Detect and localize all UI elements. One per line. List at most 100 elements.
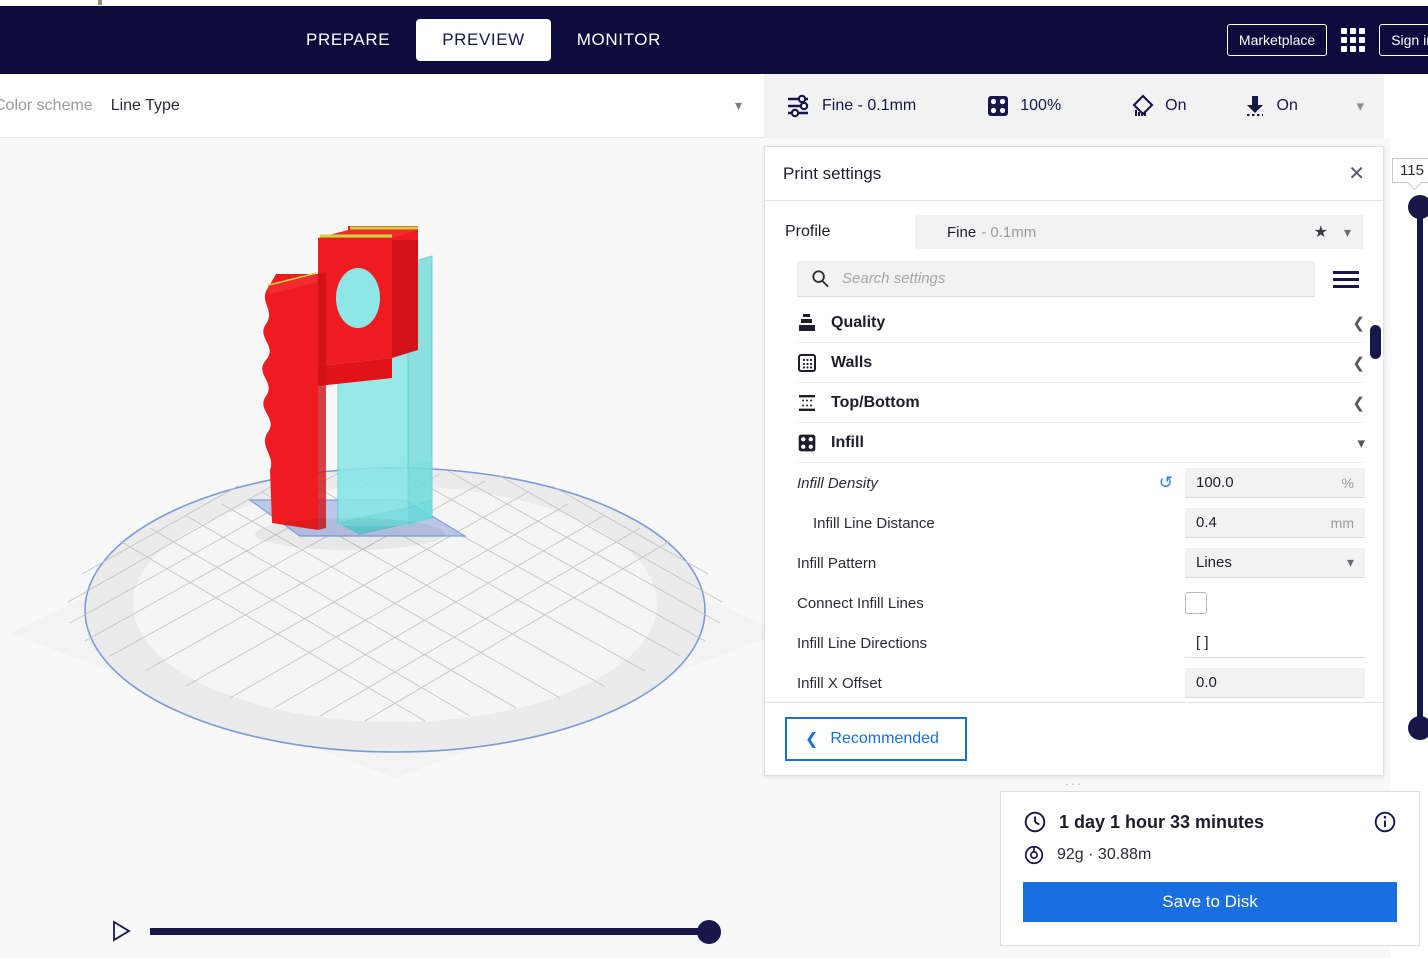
- category-label: Top/Bottom: [831, 393, 920, 411]
- setting-row-connect-infill-lines: Connect Infill Lines: [797, 583, 1365, 623]
- layer-slider-lower-handle[interactable]: [1408, 716, 1428, 740]
- sliders-icon: [786, 94, 812, 118]
- category-label: Quality: [831, 313, 886, 331]
- checkbox-slot: [1185, 592, 1365, 614]
- summary-support-value: On: [1165, 97, 1187, 114]
- setting-row-infill-line-directions: Infill Line Directions [ ]: [797, 623, 1365, 663]
- summary-profile-value: Fine - 0.1mm: [822, 97, 917, 114]
- chevron-down-icon[interactable]: ▾: [1344, 224, 1351, 241]
- summary-profile[interactable]: Fine - 0.1mm: [786, 94, 916, 118]
- infill-line-distance-input[interactable]: 0.4 mm: [1185, 508, 1365, 538]
- summary-support[interactable]: On: [1131, 94, 1187, 118]
- layer-view-slider[interactable]: 115: [1380, 150, 1428, 750]
- apps-grid-icon[interactable]: [1341, 28, 1366, 52]
- info-icon[interactable]: [1373, 810, 1397, 834]
- print-settings-title: Print settings: [783, 163, 882, 183]
- infill-x-offset-input[interactable]: 0.0: [1185, 668, 1365, 698]
- material-usage-value: 92g · 30.88m: [1057, 846, 1152, 863]
- marketplace-button[interactable]: Marketplace: [1226, 24, 1328, 56]
- print-settings-panel: Print settings ✕ Profile Fine - 0.1mm ★ …: [764, 146, 1384, 791]
- tab-monitor[interactable]: MONITOR: [551, 19, 687, 61]
- settings-visibility-menu-icon[interactable]: [1329, 267, 1363, 292]
- print-settings-header: Print settings ✕: [765, 147, 1383, 201]
- infill-pattern-dropdown[interactable]: Lines ▾: [1185, 548, 1365, 578]
- adhesion-icon: [1243, 94, 1267, 118]
- stage-tabs: PREPARE PREVIEW MONITOR: [280, 6, 687, 74]
- chevron-left-icon[interactable]: ❮: [1352, 354, 1365, 372]
- window-edge-marker: [98, 0, 102, 5]
- connect-infill-lines-checkbox[interactable]: [1185, 592, 1207, 614]
- infill-line-directions-input[interactable]: [ ]: [1185, 628, 1365, 658]
- setting-row-infill-x-offset: Infill X Offset 0.0: [797, 663, 1365, 702]
- material-usage-row: 92g · 30.88m: [1023, 844, 1397, 866]
- chevron-down-icon[interactable]: ▾: [1357, 434, 1365, 452]
- recommended-mode-button[interactable]: ❮ Recommended: [785, 717, 967, 761]
- simulation-playback-bar: [110, 914, 721, 948]
- sign-in-button[interactable]: Sign in: [1379, 24, 1428, 56]
- profile-row: Profile Fine - 0.1mm ★ ▾: [765, 201, 1383, 259]
- panel-resize-grip[interactable]: ···: [1065, 776, 1084, 791]
- settings-search-row: [765, 259, 1383, 303]
- top-bottom-icon: [797, 393, 817, 413]
- close-icon[interactable]: ✕: [1348, 164, 1365, 184]
- tab-preview[interactable]: PREVIEW: [416, 19, 551, 61]
- summary-infill[interactable]: 100%: [986, 94, 1061, 118]
- main-header-bar: PREPARE PREVIEW MONITOR Marketplace Sign…: [0, 6, 1428, 74]
- settings-category-top-bottom[interactable]: Top/Bottom ❮: [797, 383, 1365, 423]
- print-time-row: 1 day 1 hour 33 minutes: [1023, 810, 1397, 834]
- setting-label: Infill Density: [797, 474, 878, 492]
- chevron-left-icon[interactable]: ❮: [1352, 314, 1365, 332]
- save-to-disk-button[interactable]: Save to Disk: [1023, 882, 1397, 922]
- setting-row-infill-pattern: Infill Pattern Lines ▾: [797, 543, 1365, 583]
- play-icon[interactable]: [110, 919, 132, 943]
- settings-category-infill[interactable]: Infill ▾: [797, 423, 1365, 463]
- color-scheme-label: Color scheme: [0, 96, 93, 114]
- settings-category-quality[interactable]: Quality ❮: [797, 303, 1365, 343]
- setting-label: Infill X Offset: [797, 674, 882, 692]
- setting-unit: mm: [1330, 514, 1354, 531]
- profile-label: Profile: [785, 223, 831, 240]
- summary-infill-value: 100%: [1020, 97, 1062, 114]
- profile-dropdown[interactable]: Fine - 0.1mm ★ ▾: [915, 215, 1363, 249]
- print-settings-footer: ❮ Recommended ···: [765, 702, 1383, 791]
- setting-value: [ ]: [1196, 634, 1209, 651]
- chevron-down-icon[interactable]: ▾: [735, 97, 742, 114]
- chevron-left-icon[interactable]: ❮: [1352, 394, 1365, 412]
- setting-label: Infill Pattern: [797, 554, 877, 572]
- settings-category-list[interactable]: Quality ❮ Walls ❮ Top/Bottom ❮ Infill ▾ …: [765, 303, 1383, 702]
- tab-prepare[interactable]: PREPARE: [280, 19, 416, 61]
- search-icon: [811, 269, 830, 288]
- recommended-label: Recommended: [830, 730, 939, 747]
- color-scheme-value: Line Type: [110, 96, 180, 114]
- build-plate-3d-scene: [0, 178, 790, 798]
- path-slider-handle[interactable]: [697, 919, 721, 944]
- settings-category-walls[interactable]: Walls ❮: [797, 343, 1365, 383]
- summary-chevron-down-icon[interactable]: ▾: [1356, 97, 1364, 115]
- color-scheme-bar[interactable]: Color scheme Line Type ▾: [0, 74, 764, 138]
- chevron-down-icon: ▾: [1346, 554, 1354, 570]
- revert-icon[interactable]: ↺: [1159, 473, 1173, 493]
- clock-icon: [1023, 810, 1047, 834]
- cura-application-window: PREPARE PREVIEW MONITOR Marketplace Sign…: [0, 0, 1428, 958]
- infill-icon: [986, 94, 1010, 118]
- star-icon[interactable]: ★: [1314, 222, 1328, 242]
- path-slider-track[interactable]: [150, 919, 721, 944]
- print-setup-summary-bar[interactable]: Fine - 0.1mm 100% On On ▾: [764, 74, 1384, 138]
- setting-value: 0.0: [1196, 674, 1217, 691]
- category-label: Infill: [831, 433, 864, 451]
- summary-adhesion-value: On: [1276, 97, 1298, 114]
- category-label: Walls: [831, 353, 873, 371]
- profile-sublabel: - 0.1mm: [981, 223, 1037, 241]
- summary-adhesion[interactable]: On: [1243, 94, 1298, 118]
- infill-density-input[interactable]: 100.0 %: [1185, 468, 1365, 498]
- search-input[interactable]: [842, 270, 1301, 287]
- search-box[interactable]: [797, 261, 1315, 297]
- profile-name: Fine: [947, 223, 977, 241]
- support-icon: [1131, 94, 1155, 118]
- chevron-left-icon: ❮: [805, 731, 819, 748]
- setting-label: Infill Line Directions: [797, 634, 928, 652]
- header-right-actions: Marketplace Sign in: [1226, 6, 1428, 74]
- layer-slider-upper-handle[interactable]: [1408, 195, 1428, 219]
- layer-slider-track[interactable]: [1417, 202, 1423, 732]
- setting-value: 0.4: [1196, 514, 1217, 531]
